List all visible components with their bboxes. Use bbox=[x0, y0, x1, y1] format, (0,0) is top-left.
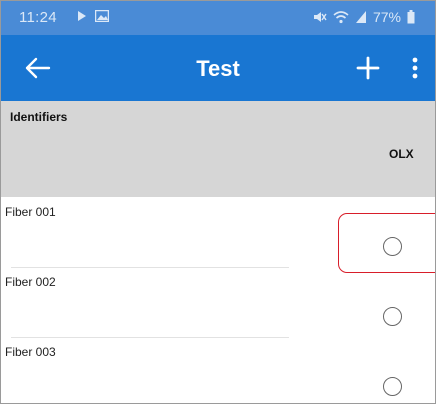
play-icon bbox=[78, 11, 86, 21]
table-row: Fiber 002 bbox=[1, 267, 435, 337]
row-label: Fiber 001 bbox=[5, 205, 56, 219]
signal-icon bbox=[355, 11, 366, 23]
status-left-icons bbox=[77, 10, 109, 22]
table-row: Fiber 003 bbox=[1, 337, 435, 403]
battery-percent: 77% bbox=[372, 9, 401, 25]
status-right: 77% bbox=[313, 9, 415, 25]
battery-icon bbox=[407, 10, 415, 24]
app-bar: Test bbox=[1, 35, 435, 101]
olx-radio-button[interactable] bbox=[383, 307, 402, 326]
image-icon bbox=[95, 10, 109, 22]
identifiers-header: Identifiers bbox=[10, 110, 68, 124]
plus-icon[interactable] bbox=[353, 53, 383, 83]
highlight-outline bbox=[338, 213, 435, 273]
more-vert-icon[interactable] bbox=[405, 55, 425, 81]
olx-column-header: OLX bbox=[389, 147, 414, 161]
status-time: 11:24 bbox=[19, 9, 57, 26]
row-label: Fiber 002 bbox=[5, 275, 56, 289]
mute-icon bbox=[313, 12, 327, 22]
row-label: Fiber 003 bbox=[5, 345, 56, 359]
status-bar: 11:24 77% bbox=[1, 1, 435, 35]
app-screen: 11:24 77% Test Identifiers OLX Fiber 001… bbox=[0, 0, 436, 404]
olx-radio-button[interactable] bbox=[383, 377, 402, 396]
table-header: Identifiers OLX bbox=[1, 101, 435, 197]
wifi-icon bbox=[333, 11, 349, 24]
